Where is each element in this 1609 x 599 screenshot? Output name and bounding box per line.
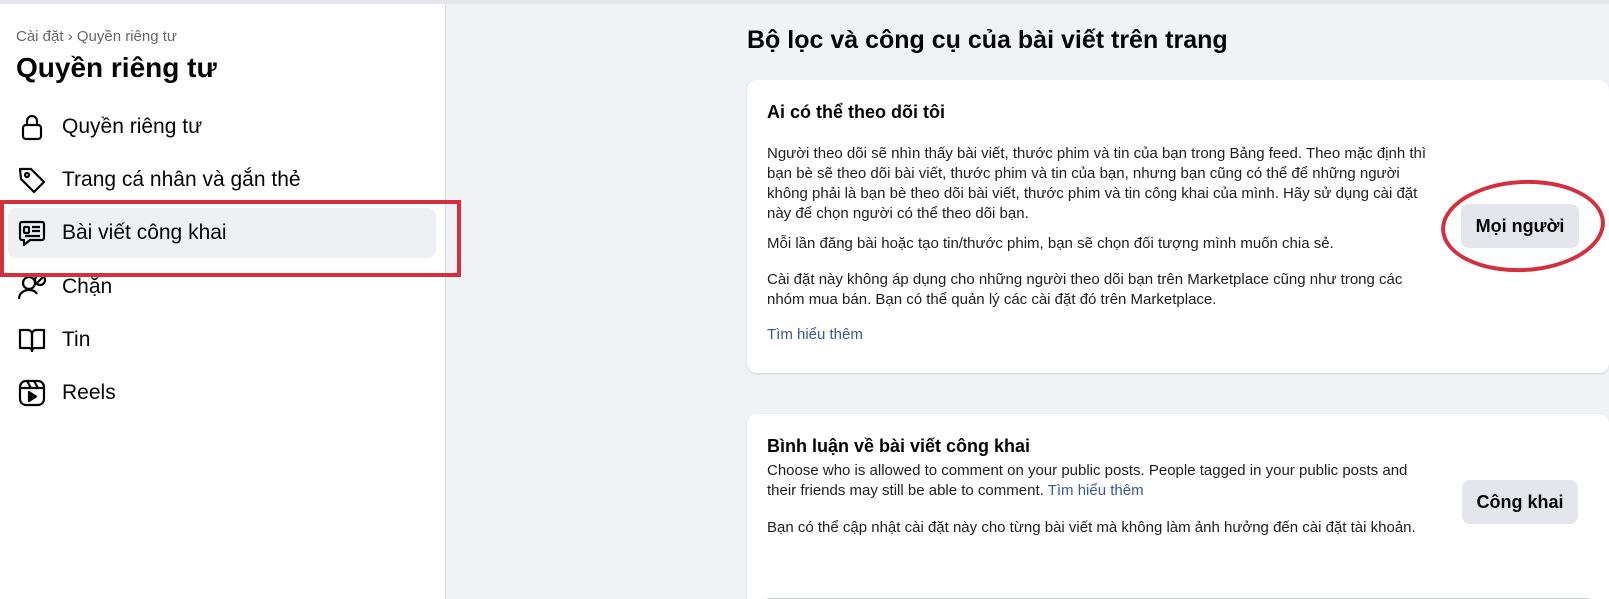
sidebar-item-label: Quyền riêng tư xyxy=(62,115,203,138)
sidebar-item-privacy[interactable]: Quyền riêng tư xyxy=(8,102,436,152)
sidebar-item-reels[interactable]: Reels xyxy=(8,368,436,418)
reels-icon xyxy=(16,377,48,409)
annotation-highlight-box xyxy=(0,200,461,277)
sidebar-item-label: Tin xyxy=(62,328,91,351)
sidebar-item-label: Reels xyxy=(62,381,116,404)
card-description: Cài đặt này không áp dụng cho những ngườ… xyxy=(767,271,1403,308)
book-icon xyxy=(16,324,48,356)
section-heading: Bộ lọc và công cụ của bài viết trên tran… xyxy=(747,26,1228,54)
card-title: Bình luận về bài viết công khai xyxy=(767,436,1031,456)
settings-sidebar: Cài đặt › Quyền riêng tư Quyền riêng tư … xyxy=(0,4,446,599)
card-description: Mỗi lần đăng bài hoặc tạo tin/thước phim… xyxy=(767,235,1334,252)
sidebar-item-stories[interactable]: Tin xyxy=(8,315,436,365)
tag-icon xyxy=(16,164,48,196)
card-description: Người theo dõi sẽ nhìn thấy bài viết, th… xyxy=(767,145,1427,222)
card-description: Bạn có thể cập nhật cài đặt này cho từng… xyxy=(767,519,1416,536)
sidebar-item-label: Trang cá nhân và gắn thẻ xyxy=(62,168,301,191)
comment-audience-button[interactable]: Công khai xyxy=(1462,480,1578,524)
card-description: Choose who is allowed to comment on your… xyxy=(767,461,1437,501)
breadcrumb[interactable]: Cài đặt › Quyền riêng tư xyxy=(16,28,177,45)
sidebar-item-profile-tagging[interactable]: Trang cá nhân và gắn thẻ xyxy=(8,155,436,205)
lock-icon xyxy=(16,111,48,143)
sidebar-item-label: Chặn xyxy=(62,275,113,298)
card-title: Ai có thể theo dõi tôi xyxy=(767,102,945,122)
learn-more-link[interactable]: Tìm hiểu thêm xyxy=(767,325,1437,345)
learn-more-link[interactable]: Tìm hiểu thêm xyxy=(1048,482,1144,499)
page-title: Quyền riêng tư xyxy=(16,52,217,83)
